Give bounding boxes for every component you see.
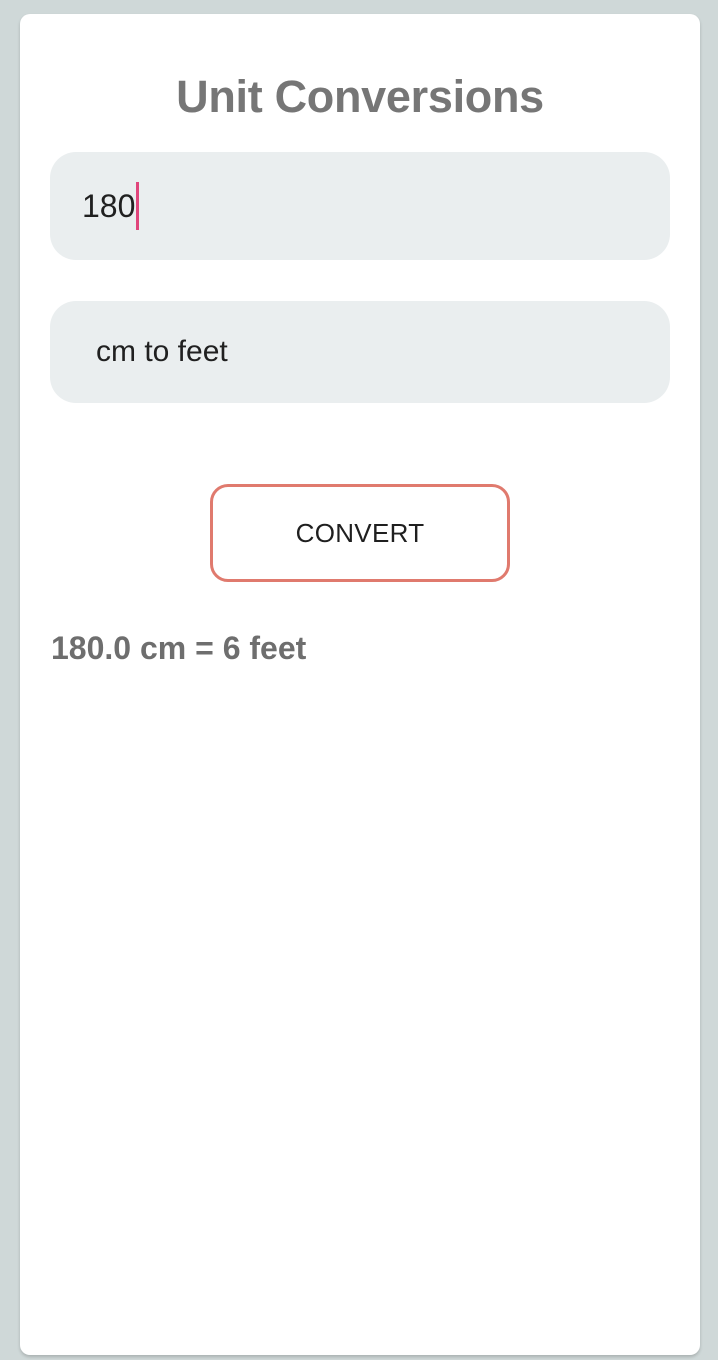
value-input[interactable]: 180 [50,152,670,260]
text-caret [136,182,140,230]
conversion-result: 180.0 cm = 6 feet [51,630,307,666]
conversion-type-selected: cm to feet [96,335,228,368]
convert-button[interactable]: CONVERT [210,484,510,582]
conversion-type-select[interactable]: cm to feet [50,301,670,403]
page-title: Unit Conversions [176,71,544,122]
converter-card: Unit Conversions 180 cm to feet CONVERT … [20,14,700,1355]
convert-button-label: CONVERT [295,517,425,548]
value-input-text: 180 [82,187,136,224]
